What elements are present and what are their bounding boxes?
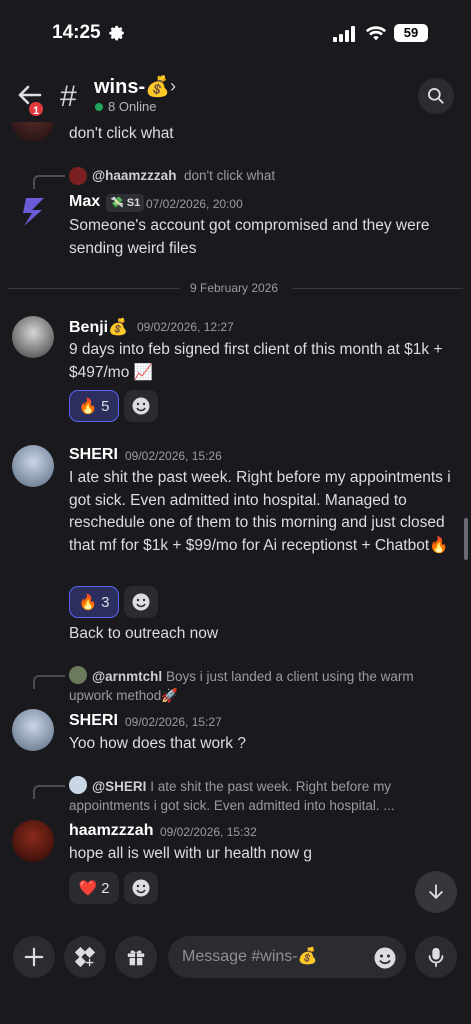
reply-username: @SHERI — [92, 779, 147, 794]
reply-avatar — [69, 167, 87, 185]
reaction-count: 2 — [101, 879, 110, 897]
avatar[interactable] — [12, 445, 54, 487]
add-reaction-button[interactable] — [124, 390, 158, 422]
unread-badge: 1 — [27, 100, 45, 118]
channel-hash-icon: # — [60, 80, 77, 113]
gift-icon — [127, 950, 145, 966]
gear-icon — [109, 25, 124, 41]
message-list[interactable]: don't click what @haamzzzah don't click … — [0, 122, 471, 928]
username[interactable]: Benji💰 — [69, 317, 128, 337]
microphone-icon — [428, 947, 444, 968]
timestamp: 09/02/2026, 15:32 — [160, 825, 257, 839]
lightning-avatar-icon — [23, 198, 44, 226]
add-reaction-button[interactable] — [124, 586, 158, 618]
channel-name[interactable]: wins-💰 — [94, 74, 170, 99]
online-dot — [95, 103, 103, 111]
wifi-icon — [365, 26, 387, 41]
reaction-heart[interactable]: ❤️ 2 — [69, 872, 119, 904]
divider-line-left — [8, 288, 180, 289]
message-text: don't click what — [69, 125, 174, 142]
scrollbar[interactable] — [464, 518, 468, 560]
username[interactable]: haamzzzah — [69, 822, 153, 840]
reaction-fire[interactable]: 🔥 3 — [69, 586, 119, 618]
search-button[interactable] — [418, 78, 454, 114]
role-label: S1 — [126, 197, 141, 209]
reply-username[interactable]: @haamzzzah — [92, 168, 176, 183]
fire-emoji: 🔥 — [78, 594, 98, 611]
apps-icon — [74, 946, 96, 968]
add-attachment-button[interactable] — [13, 936, 55, 978]
smiley-icon — [132, 593, 150, 611]
reply-preview-block[interactable]: @SHERI I ate shit the past week. Right b… — [69, 777, 457, 815]
chevron-right-icon[interactable]: › — [170, 76, 176, 97]
reply-connector — [33, 175, 65, 189]
username[interactable]: SHERI — [69, 446, 118, 464]
username[interactable]: Max — [69, 193, 100, 211]
search-icon — [428, 88, 444, 104]
reaction-count: 5 — [101, 397, 110, 415]
reply-connector — [33, 675, 65, 689]
reaction-fire[interactable]: 🔥 5 — [69, 390, 119, 422]
smiley-icon — [132, 879, 150, 897]
plus-icon — [24, 947, 44, 967]
battery-indicator: 59 — [394, 24, 428, 42]
apps-button[interactable] — [64, 936, 106, 978]
reply-preview-block[interactable]: @arnmtchl Boys i just landed a client us… — [69, 667, 457, 705]
message-text: Someone's account got compromised and th… — [69, 217, 430, 257]
reply-connector — [33, 785, 65, 799]
timestamp: 07/02/2026, 20:00 — [146, 197, 243, 211]
timestamp: 09/02/2026, 12:27 — [137, 320, 234, 334]
reaction-count: 3 — [101, 593, 110, 611]
message-text: 9 days into feb signed first client of t… — [69, 341, 443, 381]
emoji-picker-icon[interactable] — [373, 946, 397, 970]
smiley-icon — [132, 397, 150, 415]
message-placeholder: Message #wins-💰 — [182, 948, 318, 965]
gift-button[interactable] — [115, 936, 157, 978]
voice-message-button[interactable] — [415, 936, 457, 978]
message-text: Yoo how does that work ? — [69, 735, 246, 752]
avatar[interactable] — [12, 190, 54, 232]
jump-to-bottom-button[interactable] — [415, 871, 457, 913]
date-divider: 9 February 2026 — [190, 281, 279, 295]
online-count: 8 Online — [108, 99, 157, 114]
add-reaction-button[interactable] — [124, 872, 158, 904]
timestamp: 09/02/2026, 15:26 — [125, 449, 222, 463]
money-icon: 💸 — [110, 197, 124, 209]
arrow-down-icon — [429, 884, 443, 899]
fire-emoji: 🔥 — [78, 398, 98, 415]
avatar[interactable] — [12, 122, 54, 142]
timestamp: 09/02/2026, 15:27 — [125, 715, 222, 729]
heart-emoji: ❤️ — [78, 880, 98, 897]
avatar[interactable] — [12, 820, 54, 862]
reply-preview[interactable]: don't click what — [184, 168, 275, 183]
username[interactable]: SHERI — [69, 712, 118, 730]
avatar[interactable] — [12, 709, 54, 751]
signal-icon — [333, 26, 355, 42]
message-text: I ate shit the past week. Right before m… — [69, 469, 451, 554]
role-tag: 💸 S1 — [106, 194, 145, 212]
divider-line-right — [292, 288, 463, 289]
status-time: 14:25 — [52, 22, 101, 43]
reply-username: @arnmtchl — [92, 669, 163, 684]
message-text: Back to outreach now — [69, 625, 219, 642]
avatar[interactable] — [12, 316, 54, 358]
message-text: hope all is well with ur health now g — [69, 845, 312, 862]
